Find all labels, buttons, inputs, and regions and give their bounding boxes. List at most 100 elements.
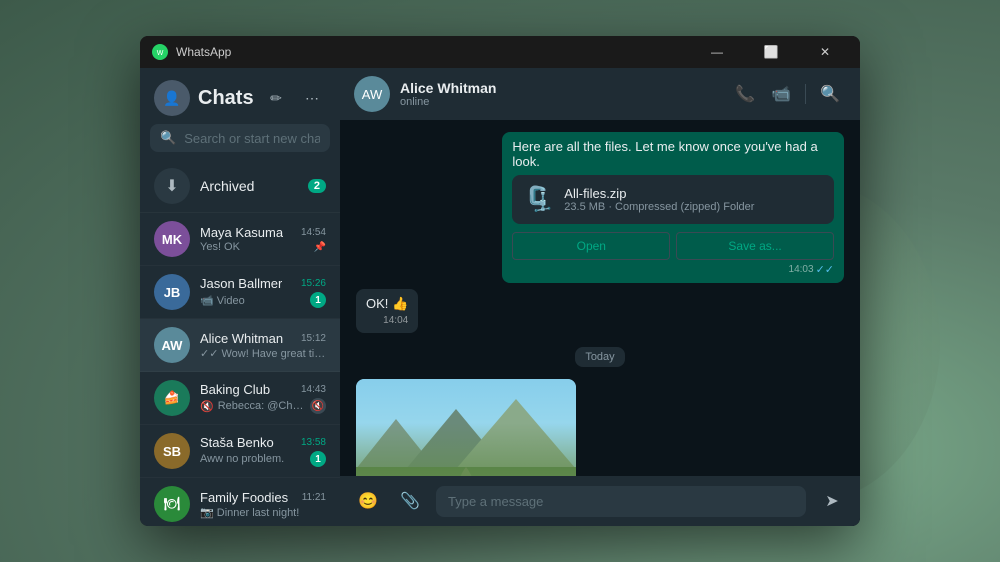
message-text: Here are all the files. Let me know once… — [512, 139, 817, 169]
chat-time: 13:58 — [301, 437, 326, 448]
chat-info: Jason Ballmer 15:26 📹 Video 1 — [200, 276, 326, 308]
app-title: WhatsApp — [176, 45, 694, 59]
window-controls: — ⬜ ✕ — [694, 36, 848, 68]
app-window: W WhatsApp — ⬜ ✕ 👤 Chats — [140, 36, 860, 526]
archived-badge: 2 — [308, 179, 326, 193]
read-ticks: ✓✓ — [816, 263, 834, 276]
chat-name: Alice Whitman — [200, 331, 283, 346]
message-bubble: Here are all the files. Let me know once… — [502, 132, 844, 283]
chat-preview: 📹 Video — [200, 294, 306, 307]
chat-name: Family Foodies — [200, 490, 288, 505]
messages-area: Here are all the files. Let me know once… — [340, 120, 860, 476]
emoji-button[interactable]: 😊 — [352, 485, 384, 517]
file-actions: Open Save as... — [512, 232, 834, 260]
message-time: 14:03 ✓✓ — [512, 263, 834, 276]
maximize-button[interactable]: ⬜ — [748, 36, 794, 68]
contact-info: Alice Whitman online — [400, 80, 719, 108]
photo-message: So beautiful here! 15:06 ❤️ — [356, 379, 576, 476]
chat-preview: Aww no problem. — [200, 453, 306, 465]
file-size: 23.5 MB · Compressed (zipped) Folder — [564, 201, 822, 213]
chat-preview: Yes! OK — [200, 241, 310, 253]
avatar: 🍰 — [154, 380, 190, 416]
search-icon: 🔍 — [160, 130, 176, 146]
svg-text:W: W — [157, 50, 164, 57]
chat-preview: ✓✓ Wow! Have great time. Enjoy. — [200, 347, 326, 360]
archived-row[interactable]: ⬇ Archived 2 — [140, 160, 340, 213]
user-avatar[interactable]: 👤 — [154, 80, 190, 116]
open-file-button[interactable]: Open — [512, 232, 670, 260]
file-name: All-files.zip — [564, 186, 822, 201]
avatar: AW — [154, 327, 190, 363]
chat-name: Jason Ballmer — [200, 276, 282, 291]
pin-icon: 📌 — [314, 242, 326, 253]
attach-button[interactable]: 📎 — [394, 485, 426, 517]
unread-badge: 1 — [310, 451, 326, 467]
chat-time: 15:12 — [301, 333, 326, 344]
photo-image — [356, 379, 576, 476]
message-time: 14:04 — [366, 315, 408, 326]
chat-panel: AW Alice Whitman online 📞 📹 🔍 — [340, 68, 860, 526]
chat-list: MK Maya Kasuma 14:54 Yes! OK 📌 — [140, 213, 340, 526]
file-info: All-files.zip 23.5 MB · Compressed (zipp… — [564, 186, 822, 213]
archived-label: Archived — [200, 178, 298, 194]
app-body: 👤 Chats ✏ ⋯ 🔍 ⬇ Archived 2 — [140, 68, 860, 526]
list-item[interactable]: JB Jason Ballmer 15:26 📹 Video 1 — [140, 266, 340, 319]
message-bubble: OK! 👍 14:04 — [356, 289, 418, 333]
list-item[interactable]: AW Alice Whitman 15:12 ✓✓ Wow! Have grea… — [140, 319, 340, 372]
save-file-button[interactable]: Save as... — [676, 232, 834, 260]
message-text: OK! 👍 — [366, 296, 408, 311]
more-menu-button[interactable]: ⋯ — [298, 84, 326, 112]
contact-name: Alice Whitman — [400, 80, 719, 96]
muted-badge: 🔇 — [310, 398, 326, 414]
chat-preview: 📷 Dinner last night! — [200, 506, 326, 519]
list-item[interactable]: 🍰 Baking Club 14:43 🔇 Rebecca: @Chris R?… — [140, 372, 340, 425]
chat-name: Baking Club — [200, 382, 270, 397]
list-item[interactable]: 🍽 Family Foodies 11:21 📷 Dinner last nig… — [140, 478, 340, 526]
app-icon: W — [152, 44, 168, 60]
input-area: 😊 📎 ➤ — [340, 476, 860, 526]
avatar: MK — [154, 221, 190, 257]
avatar: SB — [154, 433, 190, 469]
chat-time: 14:54 — [301, 227, 326, 238]
unread-badge: 1 — [310, 292, 326, 308]
chat-preview: Rebecca: @Chris R? — [218, 400, 306, 412]
voice-call-button[interactable]: 📞 — [729, 78, 761, 110]
list-item[interactable]: SB Staša Benko 13:58 Aww no problem. 1 — [140, 425, 340, 478]
photo-container — [356, 379, 576, 476]
sidebar-title: Chats — [198, 87, 254, 110]
chat-name: Staša Benko — [200, 435, 274, 450]
chat-time: 14:43 — [301, 384, 326, 395]
desktop-background: W WhatsApp — ⬜ ✕ 👤 Chats — [0, 0, 1000, 562]
message-input[interactable] — [436, 486, 806, 517]
chat-name: Maya Kasuma — [200, 225, 283, 240]
contact-status: online — [400, 96, 719, 108]
minimize-button[interactable]: — — [694, 36, 740, 68]
contact-avatar[interactable]: AW — [354, 76, 390, 112]
search-chat-button[interactable]: 🔍 — [814, 78, 846, 110]
file-attachment: 🗜️ All-files.zip 23.5 MB · Compressed (z… — [512, 175, 834, 224]
chat-info: Baking Club 14:43 🔇 Rebecca: @Chris R? 🔇 — [200, 382, 326, 414]
chat-info: Alice Whitman 15:12 ✓✓ Wow! Have great t… — [200, 331, 326, 360]
new-chat-button[interactable]: ✏ — [262, 84, 290, 112]
file-icon: 🗜️ — [524, 185, 554, 214]
title-bar: W WhatsApp — ⬜ ✕ — [140, 36, 860, 68]
chat-time: 15:26 — [301, 278, 326, 289]
send-button[interactable]: ➤ — [816, 485, 848, 517]
search-bar: 🔍 — [150, 124, 330, 152]
chat-info: Family Foodies 11:21 📷 Dinner last night… — [200, 490, 326, 519]
close-button[interactable]: ✕ — [802, 36, 848, 68]
chat-info: Staša Benko 13:58 Aww no problem. 1 — [200, 435, 326, 467]
sidebar: 👤 Chats ✏ ⋯ 🔍 ⬇ Archived 2 — [140, 68, 340, 526]
video-call-button[interactable]: 📹 — [765, 78, 797, 110]
list-item[interactable]: MK Maya Kasuma 14:54 Yes! OK 📌 — [140, 213, 340, 266]
search-input[interactable] — [184, 131, 320, 146]
archive-icon: ⬇ — [154, 168, 190, 204]
date-divider: Today — [356, 347, 844, 365]
chat-info: Maya Kasuma 14:54 Yes! OK 📌 — [200, 225, 326, 253]
sidebar-header: 👤 Chats ✏ ⋯ — [140, 68, 340, 124]
chat-header-actions: 📞 📹 🔍 — [729, 78, 846, 110]
avatar: JB — [154, 274, 190, 310]
avatar: 🍽 — [154, 486, 190, 522]
header-divider — [805, 84, 806, 104]
chat-time: 11:21 — [302, 492, 326, 503]
